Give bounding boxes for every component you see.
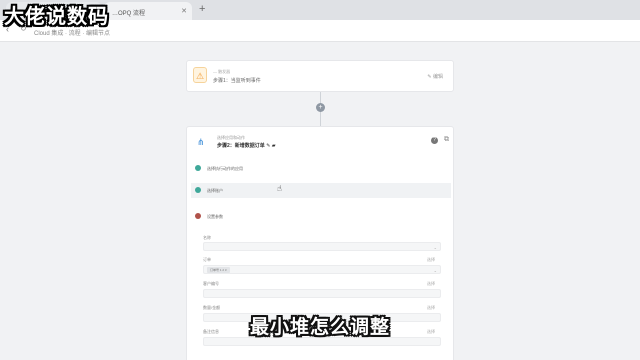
name-field[interactable]: ⌄: [203, 242, 441, 251]
chevron-down-icon: ⌄: [433, 245, 437, 250]
mouse-cursor-icon: ☝: [277, 184, 282, 193]
option-app[interactable]: 选择执行动作的应用: [191, 161, 451, 176]
video-subtitle: 最小堆怎么调整: [249, 317, 390, 338]
tab-label: …OPQ 流程: [112, 11, 146, 17]
field-action[interactable]: 选择: [427, 257, 435, 263]
url-text[interactable]: Cloud 集成 · 流程 · 编辑节点: [34, 28, 110, 37]
field-label: 备注信息: [203, 329, 219, 334]
status-dot: [195, 165, 201, 171]
field-action[interactable]: 选择: [427, 305, 435, 311]
step-title-text: 步骤2：新增数据订单: [217, 143, 265, 149]
trigger-title: 步骤1：当监听到事件: [213, 78, 261, 84]
value-tag: 订单号 1 2 3: [207, 267, 230, 273]
trigger-caption: — 触发器: [213, 69, 231, 74]
option-label: 选择执行动作的应用: [207, 166, 243, 171]
branch-icon: ⋔: [197, 137, 205, 147]
field-label: 数量/金额: [203, 305, 221, 310]
option-label: 设置参数: [207, 214, 223, 219]
chevron-down-icon: ⌄: [433, 268, 437, 273]
help-icon[interactable]: ?: [431, 137, 438, 144]
browser-tab-2[interactable]: …OPQ 流程 ✕: [104, 2, 192, 20]
option-label: 选择账户: [207, 188, 223, 193]
field-action[interactable]: 选择: [427, 329, 435, 335]
trigger-card[interactable]: ⚠ — 触发器 步骤1：当监听到事件 ✎ 编辑: [186, 60, 454, 92]
customer-field[interactable]: [203, 289, 441, 298]
field-label: 客户编号: [203, 281, 219, 286]
channel-watermark: 大佬说数码: [4, 6, 109, 28]
step-title[interactable]: 步骤2：新增数据订单 ✎ ▰: [217, 142, 276, 149]
add-step-button[interactable]: +: [316, 103, 325, 112]
status-dot: [195, 187, 201, 193]
field-action[interactable]: 选择: [427, 281, 435, 287]
step-caption: 选择应用和动作: [217, 135, 245, 140]
field-label: 订单: [203, 257, 211, 262]
edit-button[interactable]: ✎ 编辑: [427, 73, 443, 80]
trigger-warning-icon: ⚠: [193, 67, 207, 83]
field-label: 名称: [203, 235, 211, 240]
edit-label: 编辑: [432, 74, 443, 80]
new-tab-button[interactable]: +: [199, 3, 205, 15]
status-dot: [195, 213, 201, 219]
order-field[interactable]: 订单号 1 2 3 ⌄: [203, 265, 441, 274]
copy-icon[interactable]: ⧉: [444, 136, 449, 144]
close-icon[interactable]: ✕: [181, 7, 187, 15]
edit-icon[interactable]: ✎ ▰: [266, 143, 275, 149]
option-params[interactable]: 设置参数: [191, 209, 451, 224]
option-account[interactable]: 选择账户 ☝: [191, 183, 451, 198]
